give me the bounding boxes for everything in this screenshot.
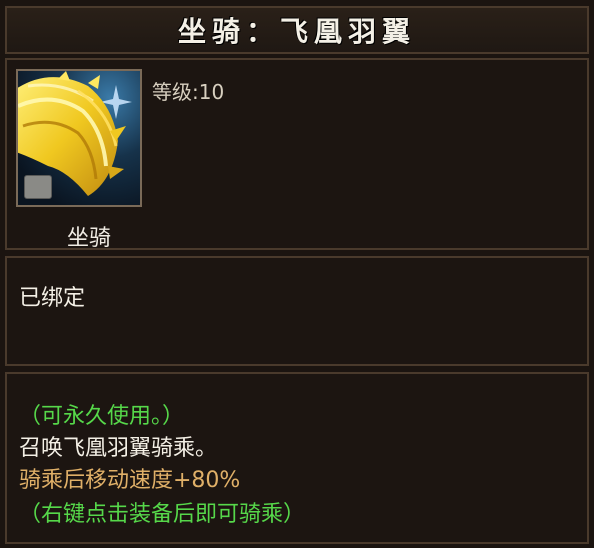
item-description-section: （可永久使用。） 召唤飞凰羽翼骑乘。 骑乘后移动速度+80% （右键点击装备后即… [5, 372, 589, 544]
bag-badge-icon [24, 175, 52, 199]
tooltip-title-bar: 坐骑：飞凰羽翼 [5, 6, 589, 54]
item-level: 等级:10 [152, 80, 225, 104]
item-title: 坐骑：飞凰羽翼 [177, 15, 416, 48]
description-summon: 召唤飞凰羽翼骑乘。 [19, 436, 218, 461]
bound-status: 已绑定 [19, 286, 86, 311]
description-speed-bonus: 骑乘后移动速度+80% [19, 468, 241, 493]
item-header-section: 等级:10 坐骑 [5, 58, 589, 251]
bound-status-section: 已绑定 [5, 256, 589, 366]
description-usage-hint: （右键点击装备后即可骑乘） [19, 502, 306, 527]
phoenix-wing-icon[interactable] [16, 69, 142, 207]
item-type: 坐骑 [67, 226, 112, 251]
description-permanent-use: （可永久使用。） [19, 404, 185, 429]
item-tooltip: 坐骑：飞凰羽翼 等级:10 坐骑 已绑定 （可永久使用。） 召唤飞凰羽翼骑乘。 … [0, 0, 594, 548]
